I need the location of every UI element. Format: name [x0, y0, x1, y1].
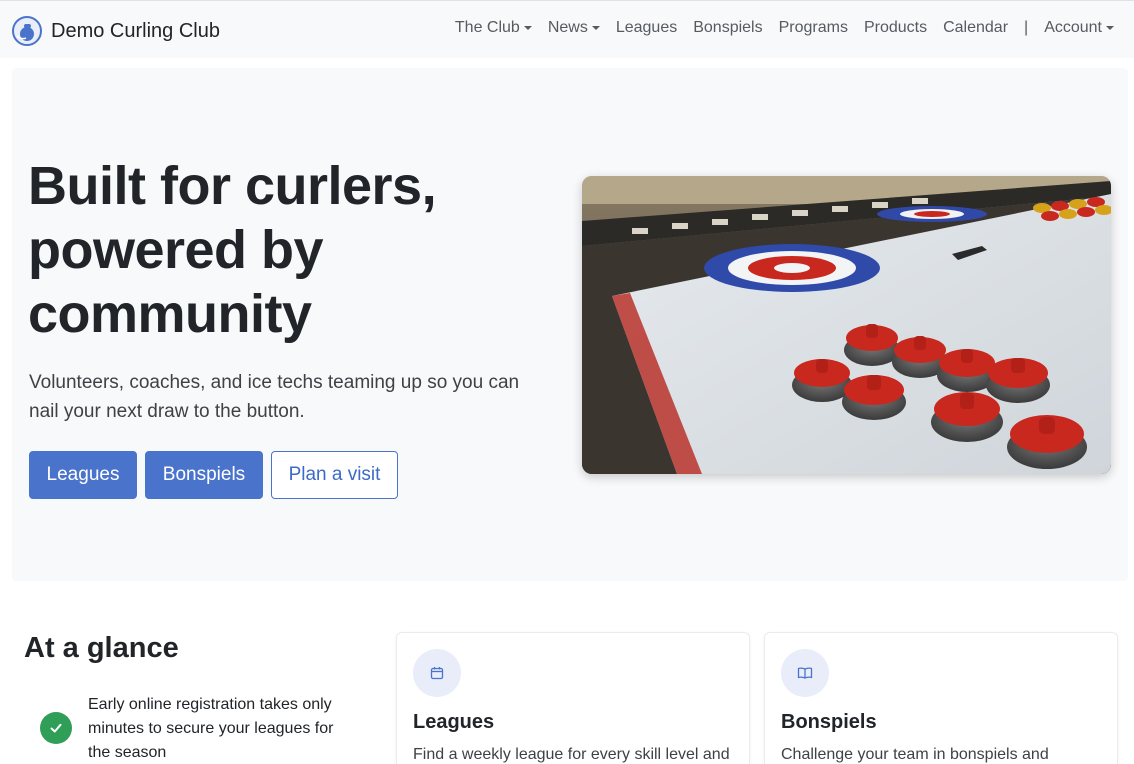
nav-item-label: Account	[1044, 19, 1102, 36]
book-open-icon	[781, 649, 829, 697]
card-title: Bonspiels	[781, 711, 877, 733]
brand-name: Demo Curling Club	[51, 19, 220, 42]
at-a-glance-heading: At a glance	[24, 632, 179, 664]
nav-item-products[interactable]: Products	[856, 19, 935, 37]
glance-item-text: Early online registration takes only min…	[88, 696, 334, 761]
card-text: Challenge your team in bonspiels and	[781, 746, 1049, 763]
nav-item-the-club[interactable]: The Club	[447, 19, 540, 37]
curling-rink-stones-photo	[582, 176, 1111, 474]
leagues-button[interactable]: Leagues	[29, 451, 137, 499]
caret-down-icon	[1106, 26, 1114, 30]
leagues-card[interactable]: Leagues Find a weekly league for every s…	[396, 632, 750, 764]
hero-section: Built for curlers, powered by community …	[12, 68, 1128, 581]
nav-item-programs[interactable]: Programs	[771, 19, 856, 37]
bonspiels-card[interactable]: Bonspiels Challenge your team in bonspie…	[764, 632, 1118, 764]
main-nav: The Club News Leagues Bonspiels Programs…	[447, 19, 1122, 37]
card-text: Find a weekly league for every skill lev…	[413, 746, 730, 763]
card-title: Leagues	[413, 711, 495, 733]
calendar-icon	[413, 649, 461, 697]
check-icon	[40, 712, 72, 744]
nav-item-label: The Club	[454, 19, 520, 36]
curling-stone-logo-icon	[12, 16, 42, 46]
hero-lead-text: Volunteers, coaches, and ice techs teami…	[29, 372, 520, 422]
nav-item-leagues[interactable]: Leagues	[608, 19, 685, 37]
brand-link[interactable]: Demo Curling Club	[12, 15, 220, 47]
caret-down-icon	[523, 26, 532, 30]
plan-a-visit-button[interactable]: Plan a visit	[271, 451, 398, 499]
bonspiels-button[interactable]: Bonspiels	[145, 451, 263, 499]
hero-title: Built for curlers, powered by community	[28, 156, 437, 344]
nav-item-bonspiels[interactable]: Bonspiels	[685, 19, 770, 37]
top-navbar: Demo Curling Club The Club News Leagues …	[0, 0, 1134, 58]
nav-divider: |	[1024, 19, 1029, 36]
nav-item-label: News	[547, 19, 588, 36]
nav-item-news[interactable]: News	[540, 19, 608, 37]
nav-item-account[interactable]: Account	[1036, 19, 1122, 37]
caret-down-icon	[591, 26, 600, 30]
nav-item-calendar[interactable]: Calendar	[935, 19, 1016, 37]
